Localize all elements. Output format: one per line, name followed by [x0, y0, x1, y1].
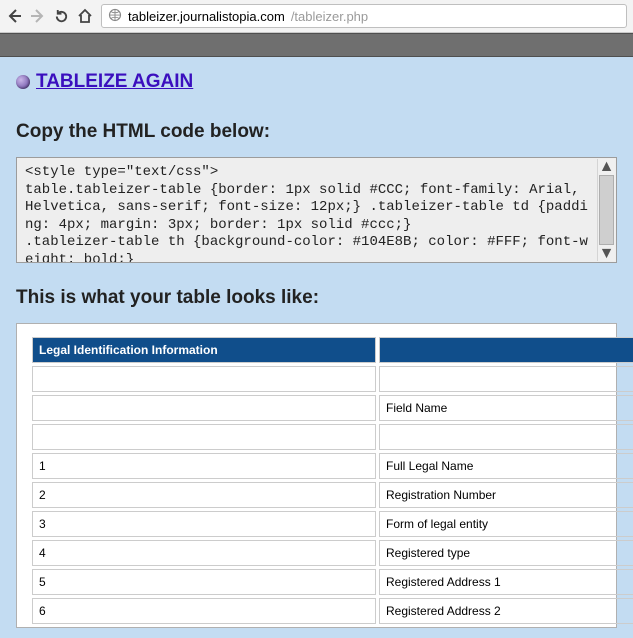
code-output[interactable]: <style type="text/css"> table.tableizer-… [17, 158, 616, 262]
url-bar[interactable]: tableizer.journalistopia.com/tableizer.p… [101, 4, 627, 28]
code-output-box: <style type="text/css"> table.tableizer-… [16, 157, 617, 263]
browser-toolbar: tableizer.journalistopia.com/tableizer.p… [0, 0, 633, 33]
table-row: 3Form of legal entity [32, 511, 633, 537]
scroll-thumb[interactable] [599, 175, 614, 245]
url-host: tableizer.journalistopia.com [128, 9, 285, 24]
table-row: 1Full Legal Name [32, 453, 633, 479]
table-row: 4Registered type [32, 540, 633, 566]
table-cell [32, 395, 376, 421]
table-cell: Registered Address 1 [379, 569, 633, 595]
table-cell: 3 [32, 511, 376, 537]
table-cell: Registered type [379, 540, 633, 566]
home-icon[interactable] [77, 8, 93, 24]
table-header-cell: Legal Identification Information [32, 337, 376, 363]
table-cell: 1 [32, 453, 376, 479]
bullet-icon [16, 75, 30, 89]
table-cell: 2 [32, 482, 376, 508]
table-header-row: Legal Identification Information [32, 337, 633, 363]
table-cell: 4 [32, 540, 376, 566]
table-cell [32, 424, 376, 450]
scroll-down-icon[interactable]: ▼ [599, 246, 614, 261]
globe-icon [108, 8, 122, 25]
preview-table: Legal Identification Information Field N… [29, 334, 633, 627]
preview-heading: This is what your table looks like: [16, 287, 617, 309]
table-cell: 5 [32, 569, 376, 595]
table-cell [379, 424, 633, 450]
table-row: 6Registered Address 2 [32, 598, 633, 624]
url-path: /tableizer.php [291, 9, 368, 24]
back-icon[interactable] [6, 8, 22, 24]
table-header-cell [379, 337, 633, 363]
forward-icon [30, 8, 46, 24]
table-cell: Full Legal Name [379, 453, 633, 479]
table-row: 2Registration Number [32, 482, 633, 508]
table-cell [32, 366, 376, 392]
copy-heading: Copy the HTML code below: [16, 121, 617, 143]
table-row [32, 366, 633, 392]
scroll-up-icon[interactable]: ▲ [599, 159, 614, 174]
table-cell: Field Name [379, 395, 633, 421]
table-cell [379, 366, 633, 392]
table-preview: Legal Identification Information Field N… [16, 323, 617, 628]
table-row [32, 424, 633, 450]
table-cell: Form of legal entity [379, 511, 633, 537]
table-cell: Registered Address 2 [379, 598, 633, 624]
table-row: 5Registered Address 1 [32, 569, 633, 595]
table-cell: Registration Number [379, 482, 633, 508]
code-scrollbar[interactable]: ▲ ▼ [597, 159, 615, 261]
tableize-again-link[interactable]: TABLEIZE AGAIN [36, 71, 193, 93]
tab-strip [0, 33, 633, 57]
reload-icon[interactable] [54, 9, 69, 24]
table-row: Field Name [32, 395, 633, 421]
table-cell: 6 [32, 598, 376, 624]
page-content: TABLEIZE AGAIN Copy the HTML code below:… [0, 57, 633, 628]
